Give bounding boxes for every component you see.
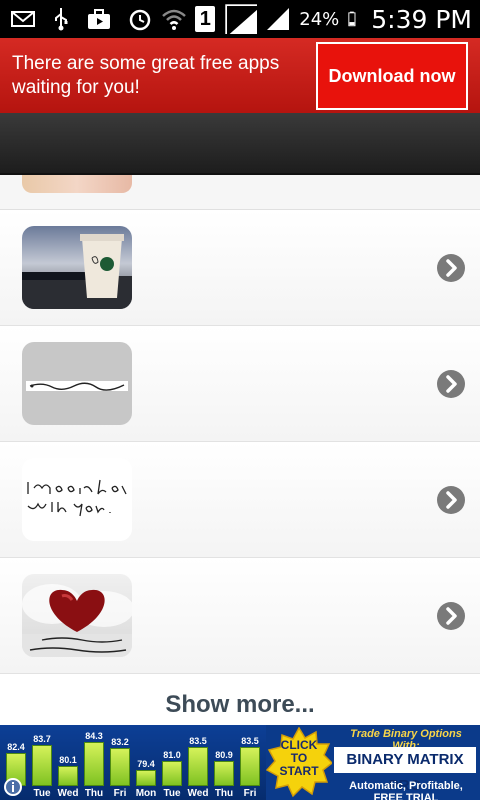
- coffee-cup-thumbnail: [22, 226, 132, 309]
- download-now-button[interactable]: Download now: [316, 42, 468, 110]
- ad-bar-day: Thu: [214, 788, 234, 799]
- usb-icon: [55, 8, 68, 31]
- promo-tagline: Automatic, Profitable, FREE TRIAL: [349, 780, 463, 800]
- ad-bar-value: 83.5: [241, 735, 259, 746]
- ad-bar-fill: [188, 746, 208, 786]
- status-left-icons: [10, 6, 112, 32]
- ad-bar-fill: [240, 746, 260, 786]
- ad-bar-fill: [84, 742, 104, 786]
- ad-bar-fill: [32, 745, 52, 786]
- list-item[interactable]: [0, 175, 480, 210]
- show-more-button[interactable]: Show more...: [0, 677, 480, 725]
- ad-bar: 83.5 Fri: [238, 725, 262, 800]
- ad-bar: 83.2 Fri: [108, 725, 132, 800]
- click-to-start-label[interactable]: CLICK TO START: [274, 739, 324, 778]
- ad-bar-fill: [214, 761, 234, 786]
- app-bar: [0, 113, 480, 175]
- list-item[interactable]: [0, 326, 480, 442]
- clock: 5:39 PM: [371, 4, 472, 34]
- bottom-ad-banner[interactable]: 82.4 83.7 Tue 80.1 Wed 84.3 Thu 83.2 Fri 79.4 Mon 8…: [0, 725, 480, 800]
- ad-bar-value: 79.4: [137, 759, 155, 769]
- battery-percent: 24%: [299, 8, 340, 30]
- ad-bar-value: 83.5: [189, 735, 207, 746]
- ad-bar: 80.9 Thu: [212, 725, 236, 800]
- chevron-right-icon[interactable]: [437, 254, 465, 282]
- list-item[interactable]: [0, 558, 480, 674]
- status-right-icons: 1 24% 5:39 PM: [127, 4, 472, 34]
- ad-bar-chart: 82.4 83.7 Tue 80.1 Wed 84.3 Thu 83.2 Fri 79.4 Mon 8…: [0, 725, 266, 800]
- info-icon[interactable]: [4, 778, 22, 796]
- ad-bar-fill: [58, 766, 78, 786]
- ad-bar-fill: [110, 748, 130, 786]
- battery-icon: [348, 11, 356, 27]
- chevron-right-icon[interactable]: [437, 370, 465, 398]
- ad-text: There are some great free apps waiting f…: [12, 53, 280, 98]
- thumbnail: [22, 175, 132, 193]
- ad-bar-value: 83.2: [111, 737, 129, 748]
- ad-bar-fill: [162, 760, 182, 786]
- ad-banner[interactable]: There are some great free apps waiting f…: [0, 38, 480, 113]
- ad-bar-day: Fri: [113, 788, 127, 799]
- ad-bar: 81.0 Tue: [160, 725, 184, 800]
- ad-bar-day: Wed: [187, 788, 209, 799]
- signal-icon: [225, 4, 258, 34]
- mail-icon: [11, 11, 35, 27]
- list-item[interactable]: [0, 442, 480, 558]
- alarm-icon: [130, 9, 151, 31]
- ad-bar-fill: [136, 770, 156, 786]
- ad-bar-value: 80.1: [59, 755, 77, 765]
- briefcase-icon: [88, 9, 110, 29]
- ad-bar: 83.5 Wed: [186, 725, 210, 800]
- ad-bar-value: 82.4: [7, 741, 25, 752]
- image-list[interactable]: Show more...: [0, 175, 480, 725]
- ad-bar-value: 84.3: [85, 731, 103, 741]
- ad-bar-value: 83.7: [33, 734, 51, 745]
- ad-bar-day: Thu: [84, 788, 104, 799]
- sim-icon: 1: [195, 6, 216, 32]
- ad-bar: 83.7 Tue: [30, 725, 54, 800]
- chevron-right-icon[interactable]: [437, 486, 465, 514]
- ad-bar-day: Fri: [243, 788, 257, 799]
- calligraphy-thumbnail: [22, 342, 132, 425]
- status-bar: 1 24% 5:39 PM: [0, 0, 480, 38]
- ad-bar-day: Wed: [57, 788, 79, 799]
- ad-bar-value: 81.0: [163, 749, 181, 760]
- signal-icon: [267, 8, 290, 30]
- ad-bar-day: Tue: [33, 788, 51, 799]
- chevron-right-icon[interactable]: [437, 602, 465, 630]
- list-item[interactable]: [0, 210, 480, 326]
- ad-bar: 80.1 Wed: [56, 725, 80, 800]
- heart-thumbnail: [22, 574, 132, 657]
- handwriting-thumbnail: [22, 458, 132, 541]
- promo-brand: BINARY MATRIX PRO: [334, 747, 476, 794]
- ad-bar: 79.4 Mon: [134, 725, 158, 800]
- ad-bar-value: 80.9: [215, 750, 233, 761]
- ad-bar-day: Mon: [135, 788, 157, 799]
- wifi-icon: [162, 9, 187, 30]
- ad-bar-day: Tue: [163, 788, 181, 799]
- ad-bar: 84.3 Thu: [82, 725, 106, 800]
